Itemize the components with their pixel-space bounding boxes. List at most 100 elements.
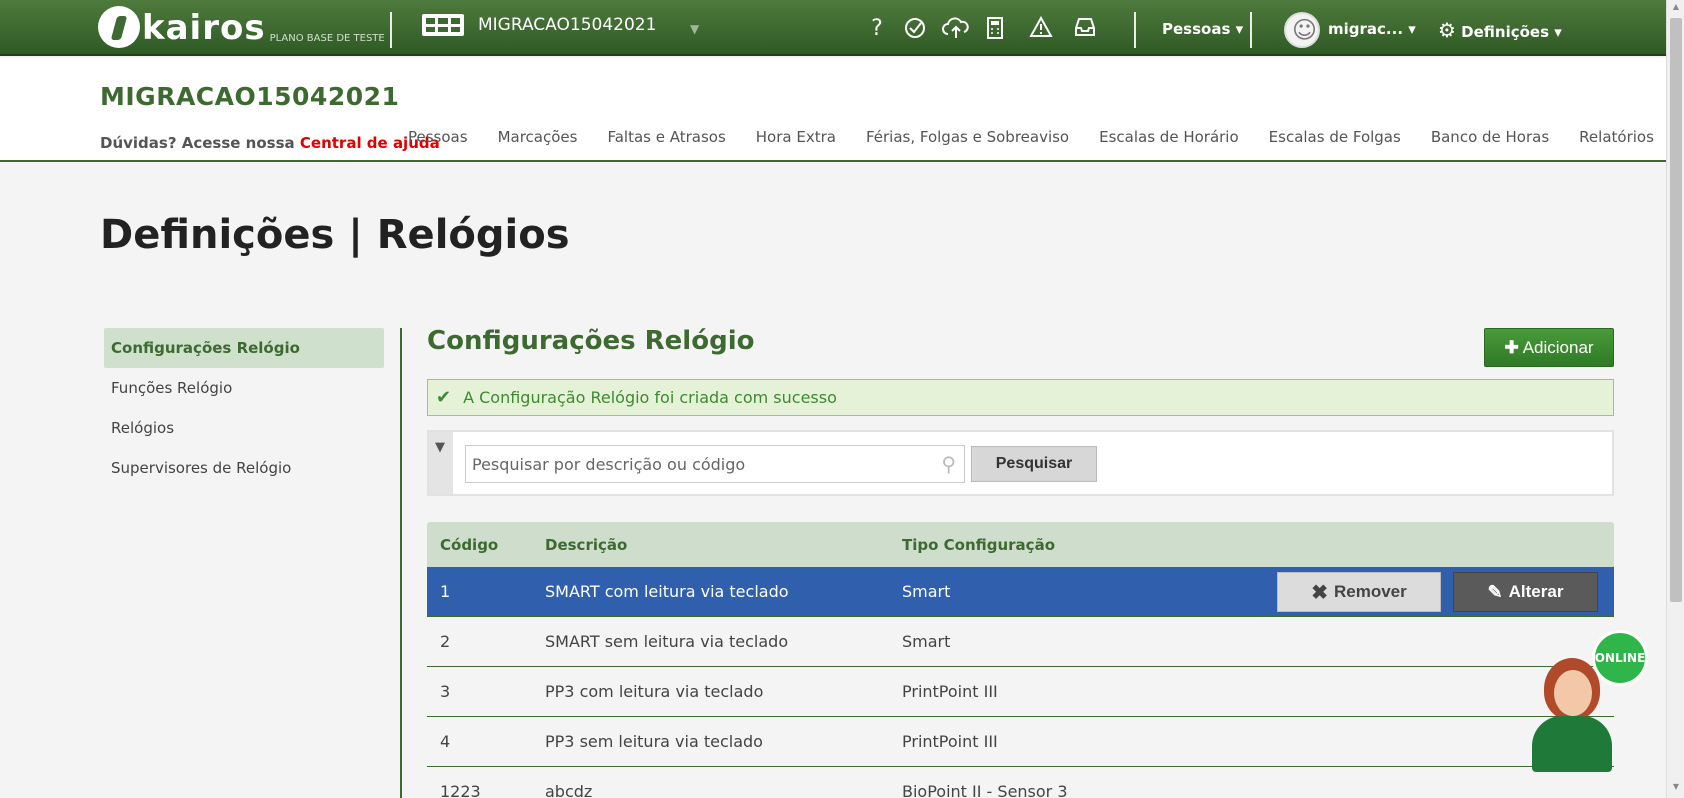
- section-title: Configurações Relógio: [427, 326, 755, 356]
- company-selector[interactable]: MIGRACAO15042021 ▼: [422, 14, 699, 36]
- cell-tipo: BioPoint II - Sensor 3: [902, 782, 1068, 798]
- search-input[interactable]: [466, 446, 964, 482]
- logo-subtitle: PLANO BASE DE TESTE: [269, 33, 385, 44]
- sidebar: Configurações Relógio Funções Relógio Re…: [104, 328, 384, 488]
- online-badge: ONLINE: [1592, 630, 1648, 686]
- cell-descricao: PP3 com leitura via teclado: [545, 682, 764, 701]
- cell-tipo: PrintPoint III: [902, 732, 998, 751]
- add-button-label: Adicionar: [1522, 337, 1594, 357]
- company-title: MIGRACAO15042021: [100, 82, 400, 111]
- calculator-icon[interactable]: [980, 16, 1010, 47]
- remove-button-label: Remover: [1334, 582, 1407, 601]
- cell-tipo: Smart: [902, 582, 951, 601]
- divider: [1250, 12, 1252, 48]
- column-header-codigo[interactable]: Código: [427, 536, 545, 554]
- page-scrollbar[interactable]: ▲ ▼: [1666, 0, 1684, 798]
- nav-item-faltas-atrasos[interactable]: Faltas e Atrasos: [607, 128, 725, 146]
- pessoas-menu-label: Pessoas: [1162, 20, 1231, 38]
- nav-item-escalas-folgas[interactable]: Escalas de Folgas: [1269, 128, 1401, 146]
- divider: [390, 12, 392, 48]
- search-field: ⚲: [465, 445, 965, 483]
- close-icon: ✖: [1311, 581, 1328, 604]
- success-alert: ✔ A Configuração Relógio foi criada com …: [427, 379, 1614, 416]
- chevron-down-icon: ▼: [690, 22, 700, 36]
- help-text: Dúvidas? Acesse nossa Central de ajuda: [100, 134, 440, 152]
- nav-item-hora-extra[interactable]: Hora Extra: [756, 128, 836, 146]
- inbox-icon[interactable]: [1070, 16, 1100, 45]
- check-icon: ✔: [436, 387, 452, 408]
- pessoas-menu[interactable]: Pessoas ▾: [1162, 20, 1243, 38]
- nav-item-pessoas[interactable]: Pessoas: [408, 128, 468, 146]
- page-title: Definições | Relógios: [100, 212, 570, 258]
- nav-item-escalas-horario[interactable]: Escalas de Horário: [1099, 128, 1239, 146]
- online-support-widget[interactable]: ONLINE: [1530, 630, 1648, 772]
- edit-button[interactable]: ✎ Alterar: [1453, 572, 1598, 612]
- column-header-descricao[interactable]: Descrição: [545, 536, 902, 554]
- help-icon[interactable]: ?: [862, 16, 892, 42]
- scroll-down-icon[interactable]: ▼: [1670, 782, 1682, 796]
- user-name: migrac...: [1328, 20, 1404, 38]
- logo-mark-icon: [98, 6, 140, 48]
- nav-item-ferias-folgas[interactable]: Férias, Folgas e Sobreaviso: [866, 128, 1069, 146]
- search-button[interactable]: Pesquisar: [971, 446, 1097, 482]
- cell-codigo: 2: [440, 632, 451, 651]
- company-header: MIGRACAO15042021 Dúvidas? Acesse nossa C…: [0, 58, 1666, 162]
- table-row[interactable]: 1 SMART com leitura via teclado Smart ✖ …: [427, 567, 1614, 617]
- cloud-upload-icon[interactable]: [941, 16, 971, 47]
- table-header: Código Descrição Tipo Configuração: [427, 522, 1614, 567]
- sidebar-item-funcoes-relogio[interactable]: Funções Relógio: [104, 368, 384, 408]
- cell-codigo: 3: [440, 682, 451, 701]
- chevron-down-icon: ▾: [1235, 20, 1244, 38]
- filter-toggle[interactable]: ▼: [429, 432, 453, 494]
- cell-descricao: SMART com leitura via teclado: [545, 582, 789, 601]
- warning-icon[interactable]: [1026, 15, 1056, 45]
- table-row[interactable]: 3 PP3 com leitura via teclado PrintPoint…: [427, 667, 1614, 717]
- plus-icon: ✚: [1504, 337, 1519, 357]
- table-row[interactable]: 4 PP3 sem leitura via teclado PrintPoint…: [427, 717, 1614, 767]
- nav-item-marcacoes[interactable]: Marcações: [498, 128, 578, 146]
- main-nav: Pessoas Marcações Faltas e Atrasos Hora …: [408, 128, 1654, 146]
- cell-codigo: 4: [440, 732, 451, 751]
- column-header-tipo[interactable]: Tipo Configuração: [902, 536, 1262, 554]
- cell-descricao: SMART sem leitura via teclado: [545, 632, 789, 651]
- sidebar-item-supervisores-relogio[interactable]: Supervisores de Relógio: [104, 448, 384, 488]
- filter-icon: ▼: [435, 440, 445, 455]
- edit-button-label: Alterar: [1508, 582, 1564, 601]
- table-row[interactable]: 2 SMART sem leitura via teclado Smart: [427, 617, 1614, 667]
- settings-menu[interactable]: ⚙ Definições ▾: [1438, 18, 1562, 42]
- chevron-down-icon: ▾: [1554, 23, 1562, 41]
- cell-codigo: 1: [440, 582, 451, 601]
- kairos-logo[interactable]: kairos PLANO BASE DE TESTE: [98, 6, 385, 48]
- cell-descricao: abcdz: [545, 782, 593, 798]
- pencil-icon: ✎: [1487, 581, 1503, 602]
- table-row[interactable]: 1223 abcdz BioPoint II - Sensor 3: [427, 767, 1614, 798]
- nav-item-relatorios[interactable]: Relatórios: [1579, 128, 1654, 146]
- nav-item-banco-horas[interactable]: Banco de Horas: [1431, 128, 1549, 146]
- clock-check-icon[interactable]: [900, 16, 930, 47]
- cell-tipo: PrintPoint III: [902, 682, 998, 701]
- sidebar-item-configuracoes-relogio[interactable]: Configurações Relógio: [104, 328, 384, 368]
- divider: [1134, 12, 1136, 48]
- sidebar-divider: [400, 328, 402, 798]
- success-message: A Configuração Relógio foi criada com su…: [463, 388, 837, 407]
- support-agent-body: [1532, 716, 1612, 772]
- building-icon: [422, 14, 464, 36]
- add-button[interactable]: ✚ Adicionar: [1484, 328, 1614, 367]
- search-icon[interactable]: ⚲: [941, 452, 956, 476]
- scroll-up-icon[interactable]: ▲: [1670, 2, 1682, 16]
- company-selector-label: MIGRACAO15042021: [478, 15, 657, 35]
- cell-descricao: PP3 sem leitura via teclado: [545, 732, 763, 751]
- logo-text: kairos: [142, 8, 266, 48]
- search-panel: ▼ ⚲ Pesquisar: [427, 430, 1614, 496]
- remove-button[interactable]: ✖ Remover: [1277, 572, 1441, 612]
- settings-menu-label: Definições: [1461, 23, 1550, 41]
- chevron-down-icon: ▾: [1408, 20, 1416, 38]
- sidebar-item-relogios[interactable]: Relógios: [104, 408, 384, 448]
- avatar[interactable]: [1284, 12, 1320, 48]
- cell-codigo: 1223: [440, 782, 481, 798]
- user-menu[interactable]: migrac... ▾: [1328, 20, 1416, 38]
- row-actions: ✖ Remover ✎ Alterar: [1277, 572, 1598, 612]
- top-bar: kairos PLANO BASE DE TESTE MIGRACAO15042…: [0, 0, 1666, 56]
- help-prefix: Dúvidas? Acesse nossa: [100, 134, 295, 152]
- scroll-thumb[interactable]: [1670, 18, 1682, 602]
